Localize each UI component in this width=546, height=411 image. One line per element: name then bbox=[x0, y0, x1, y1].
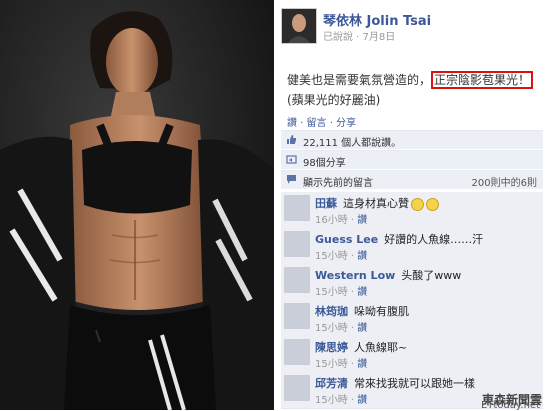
shares-row[interactable]: 98個分享 bbox=[281, 150, 543, 169]
comment-text: 好讚的人魚線……汗 bbox=[384, 233, 484, 246]
comment-meta: 15小時 · 讚 bbox=[315, 287, 368, 298]
comment-item: 田蘇 這身材真心贊 16小時 · 讚 bbox=[281, 192, 543, 229]
post-said-label: 已說說 bbox=[323, 32, 353, 43]
post-text: 健美也是需要氣氛營造的， 正宗陰影苞果光！ (蘋果光的好麗油) bbox=[287, 70, 543, 110]
comment-meta: 15小時 · 讚 bbox=[315, 251, 368, 262]
commenter-avatar[interactable] bbox=[284, 231, 310, 257]
comment-time[interactable]: 15小時 bbox=[315, 395, 348, 406]
likes-row[interactable]: 22,111 個人都說讚。 bbox=[281, 130, 543, 149]
post-text-before: 健美也是需要氣氛營造的， bbox=[287, 73, 432, 87]
share-icon bbox=[286, 155, 297, 164]
shares-count: 98個分享 bbox=[303, 158, 346, 169]
comment-text: 常來找我就可以跟她一樣 bbox=[354, 377, 475, 390]
commenter-name[interactable]: 林筠珈 bbox=[315, 305, 348, 318]
comment-like-link[interactable]: 讚 bbox=[357, 395, 367, 406]
comment-icon bbox=[287, 175, 296, 184]
commenter-name[interactable]: 田蘇 bbox=[315, 197, 337, 210]
commenter-name[interactable]: 邱芳清 bbox=[315, 377, 348, 390]
comment-item: Guess Lee 好讚的人魚線……汗 15小時 · 讚 bbox=[281, 228, 543, 265]
comment-body: 林筠珈 哚呦有腹肌 bbox=[315, 303, 409, 319]
commenter-name[interactable]: Guess Lee bbox=[315, 233, 378, 246]
comment-text: 人魚線耶~ bbox=[354, 341, 408, 354]
comment-body: 陳思婷 人魚線耶~ bbox=[315, 339, 407, 355]
smile-emoji-icon bbox=[411, 197, 424, 211]
post-header: 琴依林 Jolin Tsai 已說說 · 7月8日 bbox=[281, 8, 543, 52]
comment-time[interactable]: 16小時 bbox=[315, 215, 348, 226]
comment-time[interactable]: 15小時 bbox=[315, 251, 348, 262]
comment-body: 田蘇 這身材真心贊 bbox=[315, 195, 439, 211]
commenter-avatar[interactable] bbox=[284, 339, 310, 365]
comment-item: 林筠珈 哚呦有腹肌 15小時 · 讚 bbox=[281, 300, 543, 337]
facebook-post-panel: 琴依林 Jolin Tsai 已說說 · 7月8日 健美也是需要氣氛營造的， 正宗… bbox=[277, 0, 546, 410]
comment-meta: 15小時 · 讚 bbox=[315, 323, 368, 334]
commenter-avatar[interactable] bbox=[284, 195, 310, 221]
comment-text: 這身材真心贊 bbox=[343, 197, 409, 210]
comment-item: Western Low 头酸了www 15小時 · 讚 bbox=[281, 264, 543, 301]
comment-like-link[interactable]: 讚 bbox=[357, 215, 367, 226]
author-avatar[interactable] bbox=[281, 8, 317, 44]
post-actions[interactable]: 讚 · 留言 · 分享 bbox=[287, 114, 356, 129]
comment-body: Western Low 头酸了www bbox=[315, 267, 461, 283]
comment-body: 邱芳清 常來找我就可以跟她一樣 bbox=[315, 375, 475, 391]
comment-body: Guess Lee 好讚的人魚線……汗 bbox=[315, 231, 483, 247]
post-text-highlight: 正宗陰影苞果光！ bbox=[431, 71, 534, 89]
comment-like-link[interactable]: 讚 bbox=[357, 323, 367, 334]
author-name[interactable]: 琴依林 Jolin Tsai bbox=[323, 10, 431, 29]
smile-emoji-icon bbox=[426, 197, 439, 211]
fitness-photo bbox=[0, 0, 274, 410]
comment-meta: 15小時 · 讚 bbox=[315, 359, 368, 370]
comment-like-link[interactable]: 讚 bbox=[357, 251, 367, 262]
comment-like-link[interactable]: 讚 bbox=[357, 287, 367, 298]
commenter-avatar[interactable] bbox=[284, 303, 310, 329]
prev-comments-link[interactable]: 顯示先前的留言 bbox=[303, 174, 373, 189]
comment-time[interactable]: 15小時 bbox=[315, 287, 348, 298]
comment-meta: 15小時 · 讚 bbox=[315, 395, 368, 406]
photo-panel bbox=[0, 0, 274, 410]
thumbs-up-icon bbox=[287, 135, 296, 144]
commenter-avatar[interactable] bbox=[284, 267, 310, 293]
comment-text: 头酸了www bbox=[401, 269, 462, 282]
watermark-sub: ETtoday.net bbox=[480, 400, 540, 411]
comment-item: 陳思婷 人魚線耶~ 15小時 · 讚 bbox=[281, 336, 543, 373]
commenter-avatar[interactable] bbox=[284, 375, 310, 401]
comment-text: 哚呦有腹肌 bbox=[354, 305, 409, 318]
comment-meta: 16小時 · 讚 bbox=[315, 215, 368, 226]
post-date[interactable]: 7月8日 bbox=[363, 32, 396, 43]
commenter-name[interactable]: Western Low bbox=[315, 269, 395, 282]
commenter-name[interactable]: 陳思婷 bbox=[315, 341, 348, 354]
prev-comments-row[interactable]: 顯示先前的留言 200則中的6則 bbox=[281, 170, 543, 189]
comment-count: 200則中的6則 bbox=[471, 178, 537, 189]
post-text-after: (蘋果光的好麗油) bbox=[287, 93, 381, 107]
comment-like-link[interactable]: 讚 bbox=[357, 359, 367, 370]
post-meta: 已說說 · 7月8日 bbox=[323, 32, 396, 43]
comment-time[interactable]: 15小時 bbox=[315, 359, 348, 370]
comment-time[interactable]: 15小時 bbox=[315, 323, 348, 334]
likes-count: 22,111 個人都說讚。 bbox=[303, 138, 402, 149]
